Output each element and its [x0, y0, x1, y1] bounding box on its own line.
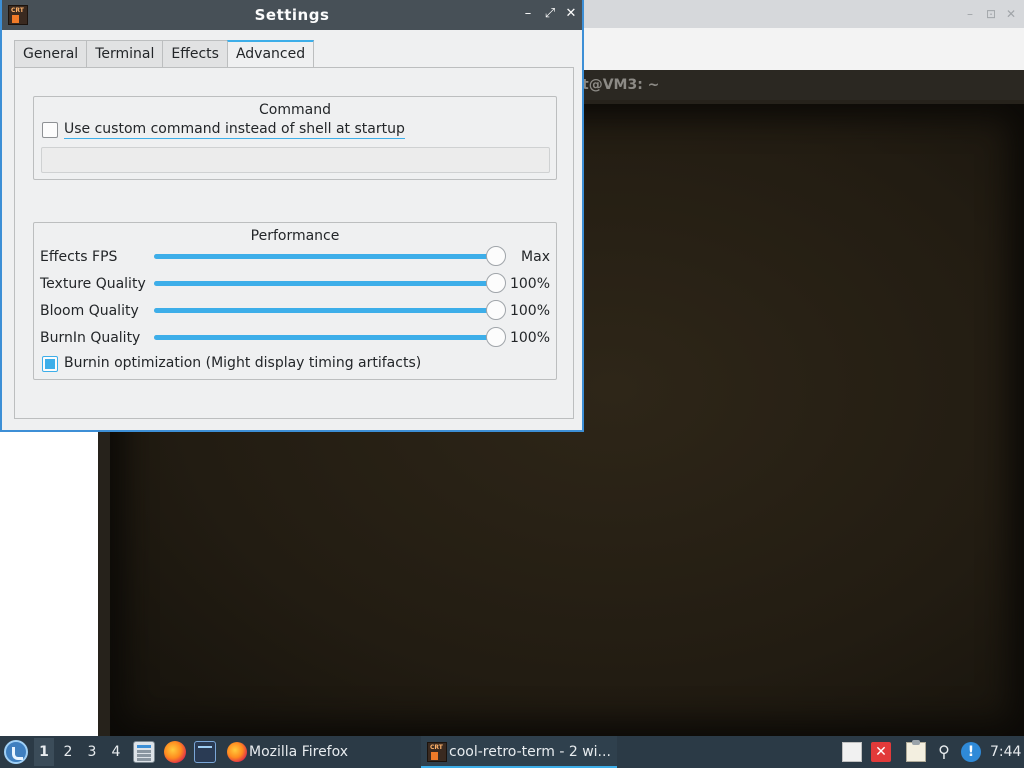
- tab-terminal[interactable]: Terminal: [86, 40, 164, 68]
- burnin-optimization-label[interactable]: Burnin optimization (Might display timin…: [64, 355, 421, 371]
- background-window-titlebar: – ⊡ ✕: [582, 0, 1024, 28]
- settings-dialog: CRT Settings – ⤢ ✕ General Terminal Effe…: [0, 0, 584, 432]
- effects-fps-label: Effects FPS: [40, 249, 118, 265]
- notification-icon[interactable]: !: [961, 742, 981, 762]
- effects-fps-value: Max: [521, 249, 550, 265]
- terminal-icon[interactable]: [194, 741, 216, 763]
- desktop-4-button[interactable]: 4: [106, 744, 126, 760]
- dialog-title: Settings: [254, 6, 330, 24]
- bloom-quality-slider[interactable]: [154, 299, 506, 321]
- firefox-icon: [227, 742, 247, 762]
- tab-bar: General Terminal Effects Advanced: [14, 40, 315, 69]
- tab-advanced[interactable]: Advanced: [226, 40, 315, 69]
- custom-command-input: [41, 147, 550, 173]
- file-manager-icon[interactable]: [133, 741, 155, 763]
- texture-quality-slider[interactable]: [154, 272, 506, 294]
- terminal-title-text: t@VM3: ~: [582, 77, 660, 93]
- dialog-titlebar[interactable]: CRT Settings – ⤢ ✕: [2, 0, 582, 30]
- task-firefox-label: Mozilla Firefox: [249, 744, 349, 760]
- performance-group: Performance Effects FPS Max Texture Qual…: [33, 222, 557, 380]
- burnin-optimization-checkbox[interactable]: [42, 356, 58, 372]
- tab-effects[interactable]: Effects: [162, 40, 228, 68]
- task-firefox[interactable]: Mozilla Firefox: [225, 736, 415, 768]
- texture-quality-label: Texture Quality: [40, 276, 146, 292]
- bg-minimize-icon[interactable]: –: [967, 7, 973, 21]
- x-tray-icon[interactable]: ✕: [871, 742, 891, 762]
- performance-group-title: Performance: [250, 228, 340, 244]
- burnin-quality-value: 100%: [509, 330, 550, 346]
- minimize-button[interactable]: –: [520, 6, 536, 22]
- bg-maximize-icon[interactable]: ⊡: [986, 7, 996, 21]
- desktop-1-button[interactable]: 1: [34, 738, 54, 766]
- custom-command-label[interactable]: Use custom command instead of shell at s…: [64, 121, 405, 139]
- maximize-button[interactable]: ⤢: [542, 6, 558, 22]
- command-group: Command Use custom command instead of sh…: [33, 96, 557, 180]
- cool-retro-term-icon: CRT: [427, 742, 447, 762]
- network-icon[interactable]: ⚲: [934, 742, 954, 762]
- bg-close-icon[interactable]: ✕: [1006, 7, 1016, 21]
- task-cool-retro-term-label: cool-retro-term - 2 wi...: [449, 744, 611, 760]
- taskbar: 1 2 3 4 Mozilla Firefox CRT cool-retro-t…: [0, 736, 1024, 768]
- close-button[interactable]: ✕: [563, 6, 579, 22]
- app-menu-icon[interactable]: [4, 740, 28, 764]
- bloom-quality-label: Bloom Quality: [40, 303, 139, 319]
- firefox-icon[interactable]: [164, 741, 186, 763]
- background-window-area: [582, 28, 1024, 70]
- desktop-2-button[interactable]: 2: [58, 744, 78, 760]
- advanced-tab-panel: Command Use custom command instead of sh…: [14, 67, 574, 419]
- task-cool-retro-term[interactable]: CRT cool-retro-term - 2 wi...: [421, 736, 617, 768]
- clipboard-icon[interactable]: [906, 740, 926, 762]
- custom-command-checkbox[interactable]: [42, 122, 58, 138]
- command-group-title: Command: [259, 102, 331, 118]
- tab-general[interactable]: General: [14, 40, 88, 68]
- burnin-quality-slider[interactable]: [154, 326, 506, 348]
- clock[interactable]: 7:44: [990, 744, 1021, 760]
- texture-quality-value: 100%: [509, 276, 550, 292]
- desktop-3-button[interactable]: 3: [82, 744, 102, 760]
- notes-icon[interactable]: [842, 742, 862, 762]
- burnin-quality-label: BurnIn Quality: [40, 330, 141, 346]
- bloom-quality-value: 100%: [509, 303, 550, 319]
- terminal-title: t@VM3: ~: [582, 70, 1024, 100]
- effects-fps-slider[interactable]: [154, 245, 506, 267]
